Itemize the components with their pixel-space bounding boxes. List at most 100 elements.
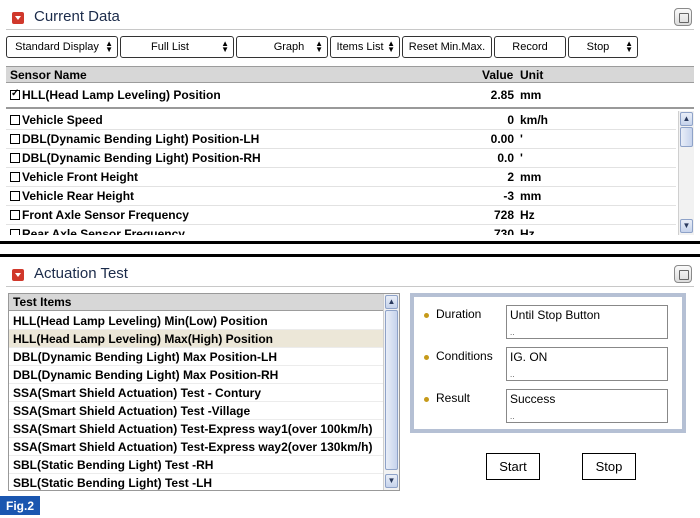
current-data-panel: Current Data Standard Display ▲ ▼ Full Li…: [0, 0, 700, 243]
sensor-value: 0: [507, 113, 514, 127]
actuation-title-bar: Actuation Test: [0, 257, 700, 291]
standard-display-dropdown[interactable]: Standard Display ▲ ▼: [6, 36, 118, 58]
test-item[interactable]: DBL(Dynamic Bending Light) Max Position-…: [9, 366, 383, 384]
scroll-up-icon[interactable]: ▲: [680, 112, 693, 126]
items-list-label: Items List: [336, 41, 384, 53]
sensor-unit: mm: [520, 189, 542, 203]
duration-label: Duration: [436, 307, 482, 321]
maximize-icon[interactable]: [674, 8, 692, 26]
sensor-row[interactable]: Vehicle Rear Height -3 mm: [6, 187, 676, 206]
field-dots: ..: [510, 328, 515, 337]
sensor-table-header: Sensor Name Value Unit: [6, 66, 694, 83]
current-data-title-bar: Current Data: [0, 0, 700, 34]
sensor-name-cell: DBL(Dynamic Bending Light) Position-LH: [10, 132, 259, 146]
sensor-unit: km/h: [520, 113, 549, 127]
duration-field: Until Stop Button..: [506, 305, 668, 339]
start-button[interactable]: Start: [486, 453, 540, 480]
sensor-row[interactable]: Vehicle Front Height 2 mm: [6, 168, 676, 187]
sensor-row[interactable]: DBL(Dynamic Bending Light) Position-LH 0.…: [6, 130, 676, 149]
stop-label: Stop: [586, 41, 610, 53]
figure-label: Fig.2: [0, 496, 40, 515]
sensor-unit: Hz: [520, 208, 535, 222]
full-list-label: Full List: [151, 41, 189, 53]
sensor-name: Rear Axle Sensor Frequency: [22, 227, 185, 235]
scroll-down-icon[interactable]: ▼: [680, 219, 693, 233]
test-item[interactable]: DBL(Dynamic Bending Light) Max Position-…: [9, 348, 383, 366]
checkbox-icon[interactable]: [10, 172, 20, 182]
scroll-thumb[interactable]: [385, 310, 398, 470]
full-list-dropdown[interactable]: Full List ▲ ▼: [120, 36, 234, 58]
sensor-row[interactable]: Front Axle Sensor Frequency 728 Hz: [6, 206, 676, 225]
sensor-row[interactable]: DBL(Dynamic Bending Light) Position-RH 0.…: [6, 149, 676, 168]
field-dots: ..: [510, 370, 515, 379]
checkbox-icon[interactable]: [10, 210, 20, 220]
test-info-frame: Duration Until Stop Button.. Conditions …: [410, 293, 686, 433]
actuation-test-panel: Actuation Test Test Items HLL(Head Lamp …: [0, 257, 700, 493]
column-sensor-name: Sensor Name: [10, 68, 87, 82]
test-item[interactable]: SSA(Smart Shield Actuation) Test - Contu…: [9, 384, 383, 402]
reset-min-max-button[interactable]: Reset Min.Max.: [402, 36, 492, 58]
scroll-thumb[interactable]: [680, 127, 693, 147]
sensor-value: 0.0: [497, 151, 514, 165]
checkbox-icon[interactable]: [10, 115, 20, 125]
sensor-name-cell: Vehicle Front Height: [10, 170, 138, 184]
updown-icon: ▲ ▼: [315, 39, 323, 54]
sensor-unit: ': [520, 132, 523, 146]
collapse-arrow-icon[interactable]: [12, 269, 24, 281]
updown-icon: ▲ ▼: [105, 39, 113, 54]
updown-icon: ▲ ▼: [387, 39, 395, 54]
graph-dropdown[interactable]: Graph ▲ ▼: [236, 36, 328, 58]
sensor-list-scrollbar[interactable]: ▲ ▼: [678, 111, 694, 235]
sensor-row[interactable]: Rear Axle Sensor Frequency 730 Hz: [6, 225, 676, 235]
sensor-row[interactable]: Vehicle Speed 0 km/h: [6, 111, 676, 130]
updown-icon: ▲ ▼: [625, 39, 633, 54]
pinned-sensor-name: HLL(Head Lamp Leveling) Position: [22, 88, 221, 102]
test-item[interactable]: SSA(Smart Shield Actuation) Test-Express…: [9, 420, 383, 438]
test-list-scrollbar[interactable]: ▲ ▼: [383, 294, 399, 490]
checkbox-icon[interactable]: [10, 134, 20, 144]
checkbox-icon[interactable]: [10, 191, 20, 201]
checkbox-icon[interactable]: [10, 229, 20, 235]
sensor-name-cell: DBL(Dynamic Bending Light) Position-RH: [10, 151, 261, 165]
current-data-title: Current Data: [34, 8, 120, 25]
test-item[interactable]: HLL(Head Lamp Leveling) Min(Low) Positio…: [9, 312, 383, 330]
test-items-header: Test Items: [9, 294, 383, 311]
conditions-field: IG. ON..: [506, 347, 668, 381]
test-item[interactable]: SBL(Static Bending Light) Test -LH: [9, 474, 383, 490]
pinned-divider: [6, 107, 694, 109]
bullet-icon: [424, 355, 429, 360]
standard-display-label: Standard Display: [15, 41, 99, 53]
stop-dropdown[interactable]: Stop ▲ ▼: [568, 36, 638, 58]
result-field: Success..: [506, 389, 668, 423]
bullet-icon: [424, 397, 429, 402]
sensor-name-cell: Vehicle Speed: [10, 113, 103, 127]
test-item-selected[interactable]: HLL(Head Lamp Leveling) Max(High) Positi…: [9, 330, 383, 348]
sensor-value: 2: [507, 170, 514, 184]
test-item[interactable]: SSA(Smart Shield Actuation) Test -Villag…: [9, 402, 383, 420]
record-button[interactable]: Record: [494, 36, 566, 58]
test-item[interactable]: SBL(Static Bending Light) Test -RH: [9, 456, 383, 474]
collapse-arrow-icon[interactable]: [12, 12, 24, 24]
stop-button[interactable]: Stop: [582, 453, 636, 480]
sensor-unit: ': [520, 151, 523, 165]
scroll-down-icon[interactable]: ▼: [385, 474, 398, 488]
checkbox-checked-icon[interactable]: [10, 88, 20, 100]
sensor-name-cell: Vehicle Rear Height: [10, 189, 134, 203]
sensor-list: Vehicle Speed 0 km/h DBL(Dynamic Bending L…: [6, 111, 694, 235]
sensor-name: DBL(Dynamic Bending Light) Position-LH: [22, 132, 260, 146]
scroll-up-icon[interactable]: ▲: [385, 295, 398, 309]
sensor-value: 0.00: [490, 132, 514, 146]
checkbox-icon[interactable]: [10, 153, 20, 163]
sensor-value: 728: [493, 208, 514, 222]
items-list-dropdown[interactable]: Items List ▲ ▼: [330, 36, 400, 58]
updown-icon: ▲ ▼: [221, 39, 229, 54]
sensor-name: Vehicle Rear Height: [22, 189, 135, 203]
pinned-name-cell: HLL(Head Lamp Leveling) Position: [10, 88, 221, 102]
pinned-sensor-row[interactable]: HLL(Head Lamp Leveling) Position 2.85 mm: [6, 85, 694, 107]
record-label: Record: [512, 41, 548, 53]
sensor-unit: Hz: [520, 227, 535, 235]
pinned-sensor-value: 2.85: [490, 88, 514, 102]
maximize-icon[interactable]: [674, 265, 692, 283]
duration-value: Until Stop Button: [510, 308, 601, 322]
test-item[interactable]: SSA(Smart Shield Actuation) Test-Express…: [9, 438, 383, 456]
